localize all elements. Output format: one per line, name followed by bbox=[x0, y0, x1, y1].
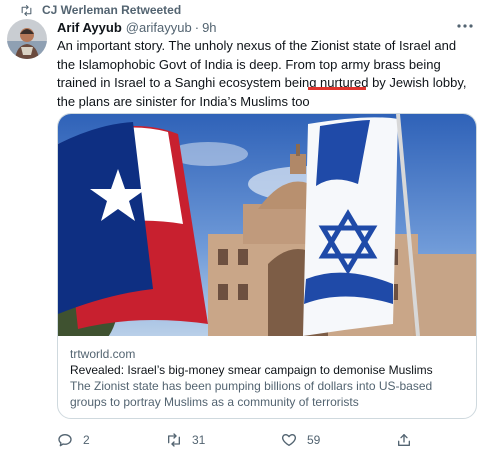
retweet-button[interactable]: 31 bbox=[166, 432, 205, 448]
card-domain: trtworld.com bbox=[70, 347, 136, 361]
retweet-icon bbox=[21, 4, 32, 16]
link-card[interactable]: trtworld.com Revealed: Israel’s big-mone… bbox=[57, 113, 477, 419]
retweet-count: 31 bbox=[192, 433, 206, 447]
tweet-actions: 2 31 59 bbox=[57, 432, 477, 452]
share-icon bbox=[398, 434, 410, 446]
tweet-timestamp[interactable]: 9h bbox=[202, 20, 216, 35]
card-meta: trtworld.com Revealed: Israel’s big-mone… bbox=[70, 346, 470, 410]
retweet-label: CJ Werleman Retweeted bbox=[42, 3, 182, 17]
retweet-indicator: CJ Werleman Retweeted bbox=[20, 2, 181, 18]
like-count: 59 bbox=[307, 433, 321, 447]
reply-button[interactable]: 2 bbox=[57, 432, 90, 448]
retweet-action-icon bbox=[168, 433, 180, 447]
card-image bbox=[58, 114, 476, 336]
tweet-header: Arif Ayyub @arifayyub · 9h bbox=[57, 18, 217, 36]
highlight-underline bbox=[308, 87, 366, 90]
like-button[interactable]: 59 bbox=[281, 432, 320, 448]
separator: · bbox=[194, 19, 200, 35]
card-description: The Zionist state has been pumping billi… bbox=[70, 379, 433, 409]
avatar[interactable] bbox=[7, 19, 47, 59]
more-options-button[interactable] bbox=[456, 17, 474, 35]
author-handle[interactable]: @arifayyub bbox=[126, 20, 192, 35]
more-icon bbox=[457, 24, 473, 28]
heart-icon bbox=[282, 434, 296, 446]
reply-count: 2 bbox=[83, 433, 90, 447]
share-button[interactable] bbox=[396, 432, 412, 448]
reply-icon bbox=[58, 434, 72, 447]
author-name[interactable]: Arif Ayyub bbox=[57, 20, 122, 35]
tweet-text: An important story. The unholy nexus of … bbox=[57, 38, 467, 109]
card-title: Revealed: Israel’s big-money smear campa… bbox=[70, 363, 433, 377]
